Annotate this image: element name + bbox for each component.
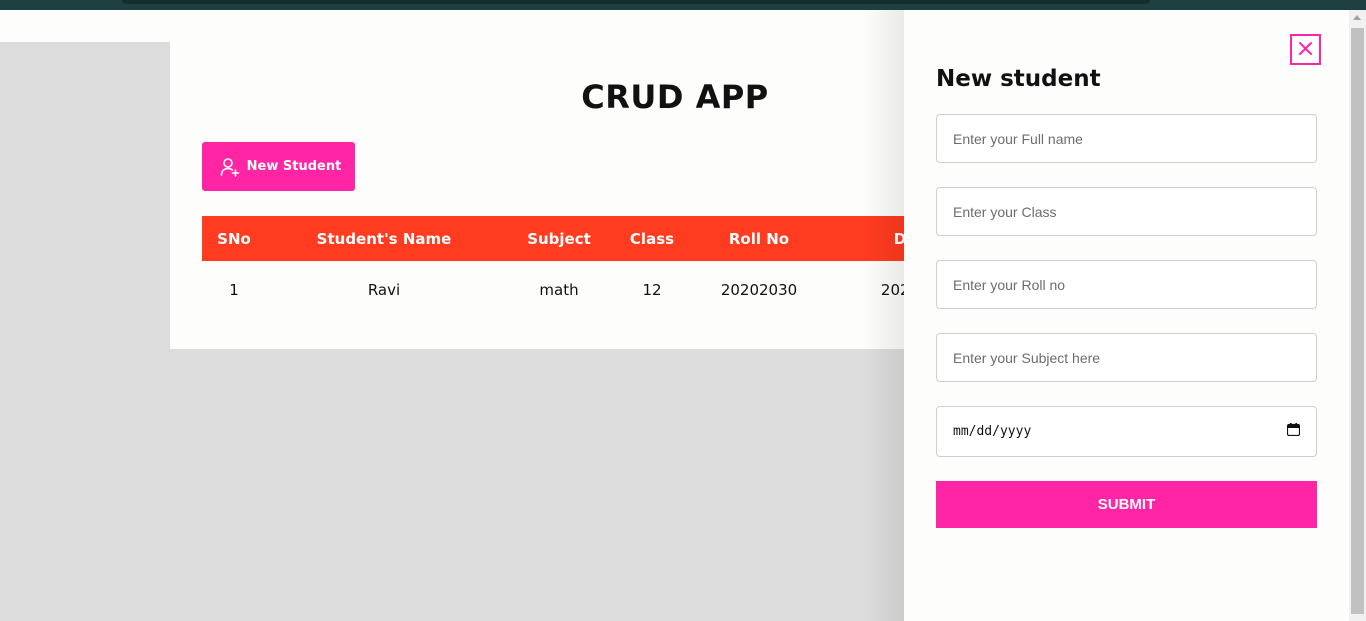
browser-top-bar xyxy=(0,0,1366,10)
scrollbar-thumb[interactable] xyxy=(1351,28,1364,614)
column-header-sno: SNo xyxy=(202,216,266,261)
drawer-shadow xyxy=(864,10,904,621)
date-input[interactable]: mm/dd/yyyy xyxy=(936,406,1317,457)
column-header-class: Class xyxy=(616,216,688,261)
close-icon xyxy=(1298,41,1313,59)
cell-roll-no: 20202030 xyxy=(720,281,798,299)
full-name-input[interactable] xyxy=(936,114,1317,163)
column-header-name: Student's Name xyxy=(266,216,502,261)
submit-button[interactable]: SUBMIT xyxy=(936,481,1317,528)
new-student-button-label: New Student xyxy=(246,159,342,174)
cell-name: Ravi xyxy=(367,281,401,299)
add-user-icon xyxy=(220,157,240,177)
cell-sno: 1 xyxy=(229,281,239,299)
column-header-subject: Subject xyxy=(502,216,616,261)
column-header-roll-no: Roll No xyxy=(688,216,830,261)
cell-class: 12 xyxy=(642,281,662,299)
scroll-up-arrow-icon[interactable] xyxy=(1353,15,1361,20)
calendar-icon[interactable] xyxy=(1286,423,1301,440)
cell-subject: math xyxy=(539,281,579,299)
date-placeholder: mm/dd/yyyy xyxy=(953,424,1032,439)
roll-no-input[interactable] xyxy=(936,260,1317,309)
vertical-scrollbar[interactable] xyxy=(1349,10,1366,621)
subject-input[interactable] xyxy=(936,333,1317,382)
new-student-drawer: New student mm/dd/yyyy SUBMIT xyxy=(904,10,1349,621)
new-student-button[interactable]: New Student xyxy=(202,142,355,191)
class-input[interactable] xyxy=(936,187,1317,236)
browser-tab-strip xyxy=(122,0,1150,4)
drawer-title: New student xyxy=(936,66,1101,92)
close-drawer-button[interactable] xyxy=(1290,34,1321,65)
